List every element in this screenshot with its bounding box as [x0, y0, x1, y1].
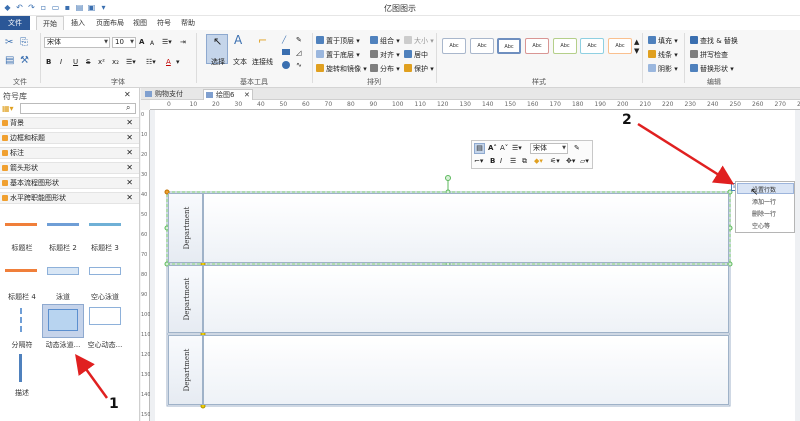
annotation-number-1: 1 [109, 396, 119, 412]
annotation-arrow-1 [75, 353, 109, 399]
annotation-overlay [75, 122, 735, 399]
annotation-number-2: 2 [622, 112, 632, 128]
annotation-arrow-2 [637, 122, 735, 185]
